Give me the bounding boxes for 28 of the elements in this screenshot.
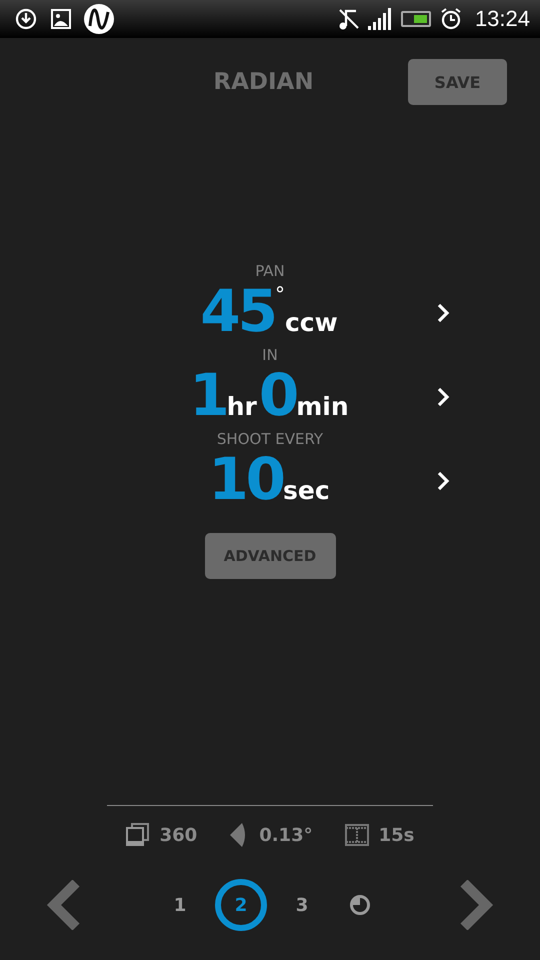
- signal-icon: [366, 8, 393, 30]
- sync-download-icon: [14, 7, 38, 31]
- alarm-clock-icon: [438, 7, 463, 31]
- screen-title: RADIAN: [212, 69, 314, 95]
- clock-time: 13:24: [474, 6, 530, 32]
- setting-value[interactable]: 10sec: [208, 449, 332, 513]
- setting-label: PAN: [255, 261, 285, 281]
- chevron-right-icon[interactable]: [436, 471, 450, 491]
- chevron-right-icon[interactable]: [436, 387, 450, 407]
- setting-label: SHOOT EVERY: [216, 429, 324, 449]
- clock-circle-icon: [349, 894, 371, 916]
- image-icon: [50, 8, 72, 30]
- step-button[interactable]: 3: [279, 882, 325, 928]
- stat-value: 360: [160, 824, 198, 846]
- setting-value[interactable]: 1hr0min: [189, 365, 351, 429]
- step-button[interactable]: 2: [215, 879, 267, 931]
- stat-value: 0.13°: [259, 824, 313, 846]
- chevron-left-icon[interactable]: [46, 880, 82, 930]
- setting-label: IN: [262, 345, 278, 365]
- setting-value[interactable]: 45° ccw: [200, 281, 340, 345]
- step-button[interactable]: 1: [157, 882, 203, 928]
- stat-value: 15s: [378, 824, 414, 846]
- photos-icon: [126, 823, 150, 847]
- muted-music-icon: [336, 7, 359, 31]
- chevron-right-icon[interactable]: [436, 303, 450, 323]
- battery-icon: [400, 11, 431, 27]
- wave-logo-icon: [84, 4, 114, 34]
- film-strip-icon: [344, 823, 369, 847]
